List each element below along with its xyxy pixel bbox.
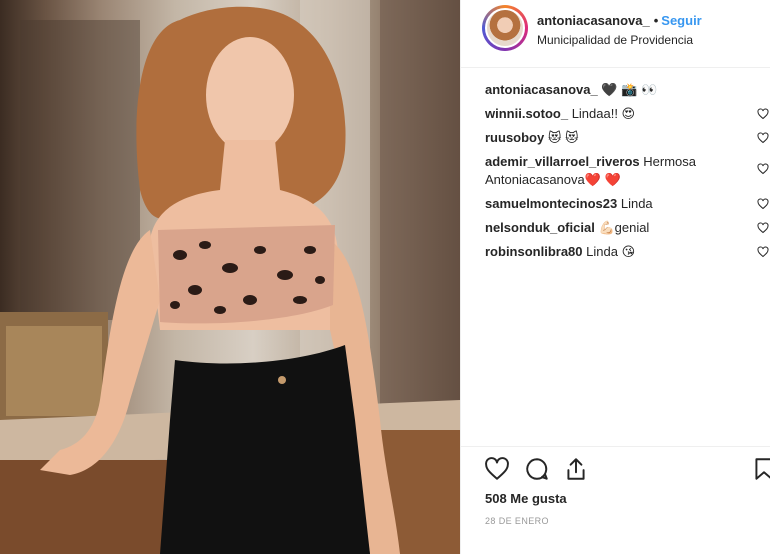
comment-item: ademir_villarroel_riveros Hermosa Antoni… — [485, 153, 769, 189]
comment-item: nelsonduk_oficial 💪🏻genial — [485, 219, 769, 237]
avatar[interactable] — [485, 8, 525, 48]
comment-like-heart-icon[interactable] — [757, 222, 769, 234]
comment-like-heart-icon[interactable] — [757, 108, 769, 120]
comment-username[interactable]: samuelmontecinos23 — [485, 196, 617, 211]
bookmark-icon[interactable] — [751, 456, 770, 482]
comment-item: ruusoboy 😻 😻 — [485, 129, 769, 147]
comment-text: 💪🏻genial — [598, 220, 650, 235]
comment-username[interactable]: ruusoboy — [485, 130, 544, 145]
comments-list: antoniacasanova_ 🖤 📸 👀 winnii.sotoo_ Lin… — [485, 81, 769, 267]
comment-item: robinsonlibra80 Linda 😘 — [485, 243, 769, 261]
comment-item: samuelmontecinos23 Linda — [485, 195, 769, 213]
post-photo — [0, 0, 460, 554]
header-separator: • — [653, 13, 659, 28]
post-header: antoniacasanova_ • Seguir Municipalidad de… — [461, 0, 770, 68]
share-arrow-icon[interactable] — [563, 456, 589, 482]
post-photo-illustration — [0, 0, 460, 554]
speech-bubble-icon[interactable] — [524, 456, 550, 482]
comment-like-heart-icon[interactable] — [757, 163, 769, 175]
comment-item: winnii.sotoo_ Lindaa!! 😍 — [485, 105, 769, 123]
likes-count[interactable]: 508 Me gusta — [485, 491, 567, 506]
comment-text: 😻 😻 — [547, 130, 579, 145]
follow-button[interactable]: Seguir — [661, 13, 701, 28]
actions-divider — [461, 446, 770, 447]
comment-text: Linda 😘 — [586, 244, 636, 259]
header-user-line: antoniacasanova_ • Seguir — [537, 13, 702, 28]
comment-username[interactable]: antoniacasanova_ — [485, 82, 598, 97]
comment-text: Lindaa!! 😍 — [571, 106, 636, 121]
comment-text: Linda — [620, 196, 653, 211]
post-date: 28 DE ENERO — [485, 516, 549, 526]
comment-username[interactable]: winnii.sotoo_ — [485, 106, 568, 121]
comment-username[interactable]: robinsonlibra80 — [485, 244, 583, 259]
heart-outline-icon[interactable] — [484, 456, 510, 482]
comment-text: 🖤 📸 👀 — [601, 82, 658, 97]
comment-caption: antoniacasanova_ 🖤 📸 👀 — [485, 81, 769, 99]
comment-like-heart-icon[interactable] — [757, 132, 769, 144]
location-link[interactable]: Municipalidad de Providencia — [537, 33, 693, 47]
comment-username[interactable]: ademir_villarroel_riveros — [485, 154, 640, 169]
comment-like-heart-icon[interactable] — [757, 246, 769, 258]
header-username[interactable]: antoniacasanova_ — [537, 13, 650, 28]
avatar-story-ring[interactable] — [482, 5, 528, 51]
post-details-panel: antoniacasanova_ • Seguir Municipalidad de… — [460, 0, 770, 554]
comment-username[interactable]: nelsonduk_oficial — [485, 220, 595, 235]
comment-like-heart-icon[interactable] — [757, 198, 769, 210]
